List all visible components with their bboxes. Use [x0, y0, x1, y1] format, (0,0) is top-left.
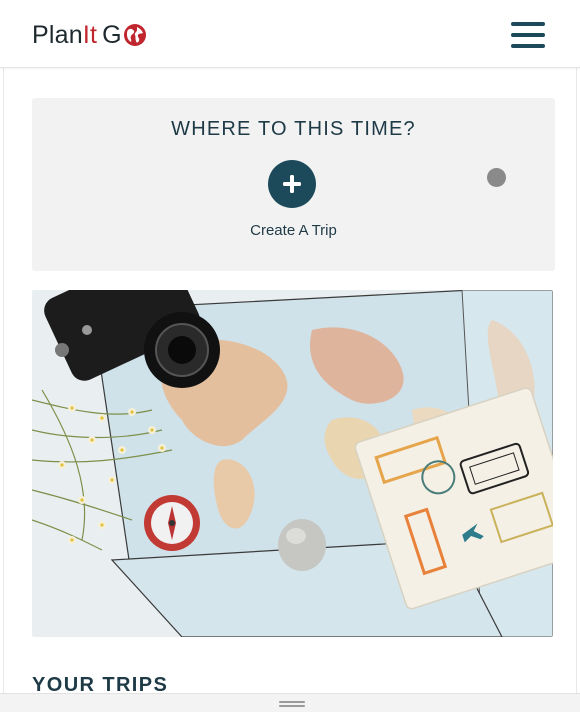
menu-line: [511, 22, 545, 26]
create-trip-button[interactable]: [268, 160, 316, 208]
brand-text-plan: Plan: [32, 20, 83, 49]
brand-text-it: It: [82, 20, 98, 49]
globe-icon: [123, 24, 146, 46]
travel-flatlay-photo: [32, 290, 553, 637]
navbar: Plan It G: [0, 0, 580, 68]
cursor-indicator: [487, 168, 506, 187]
menu-line: [511, 33, 545, 37]
hamburger-menu-icon[interactable]: [511, 20, 545, 50]
drag-handle-icon[interactable]: [279, 701, 305, 707]
plus-icon: [283, 175, 301, 193]
hero-title: WHERE TO THIS TIME?: [171, 118, 416, 140]
create-trip-label[interactable]: Create A Trip: [32, 222, 555, 239]
bottom-sheet-bar[interactable]: [0, 693, 580, 712]
brand-text-g: G: [102, 20, 122, 49]
create-trip-card: WHERE TO THIS TIME? Create A Trip: [32, 98, 555, 271]
menu-line: [511, 44, 545, 48]
brand-logo[interactable]: Plan It G: [32, 19, 147, 51]
